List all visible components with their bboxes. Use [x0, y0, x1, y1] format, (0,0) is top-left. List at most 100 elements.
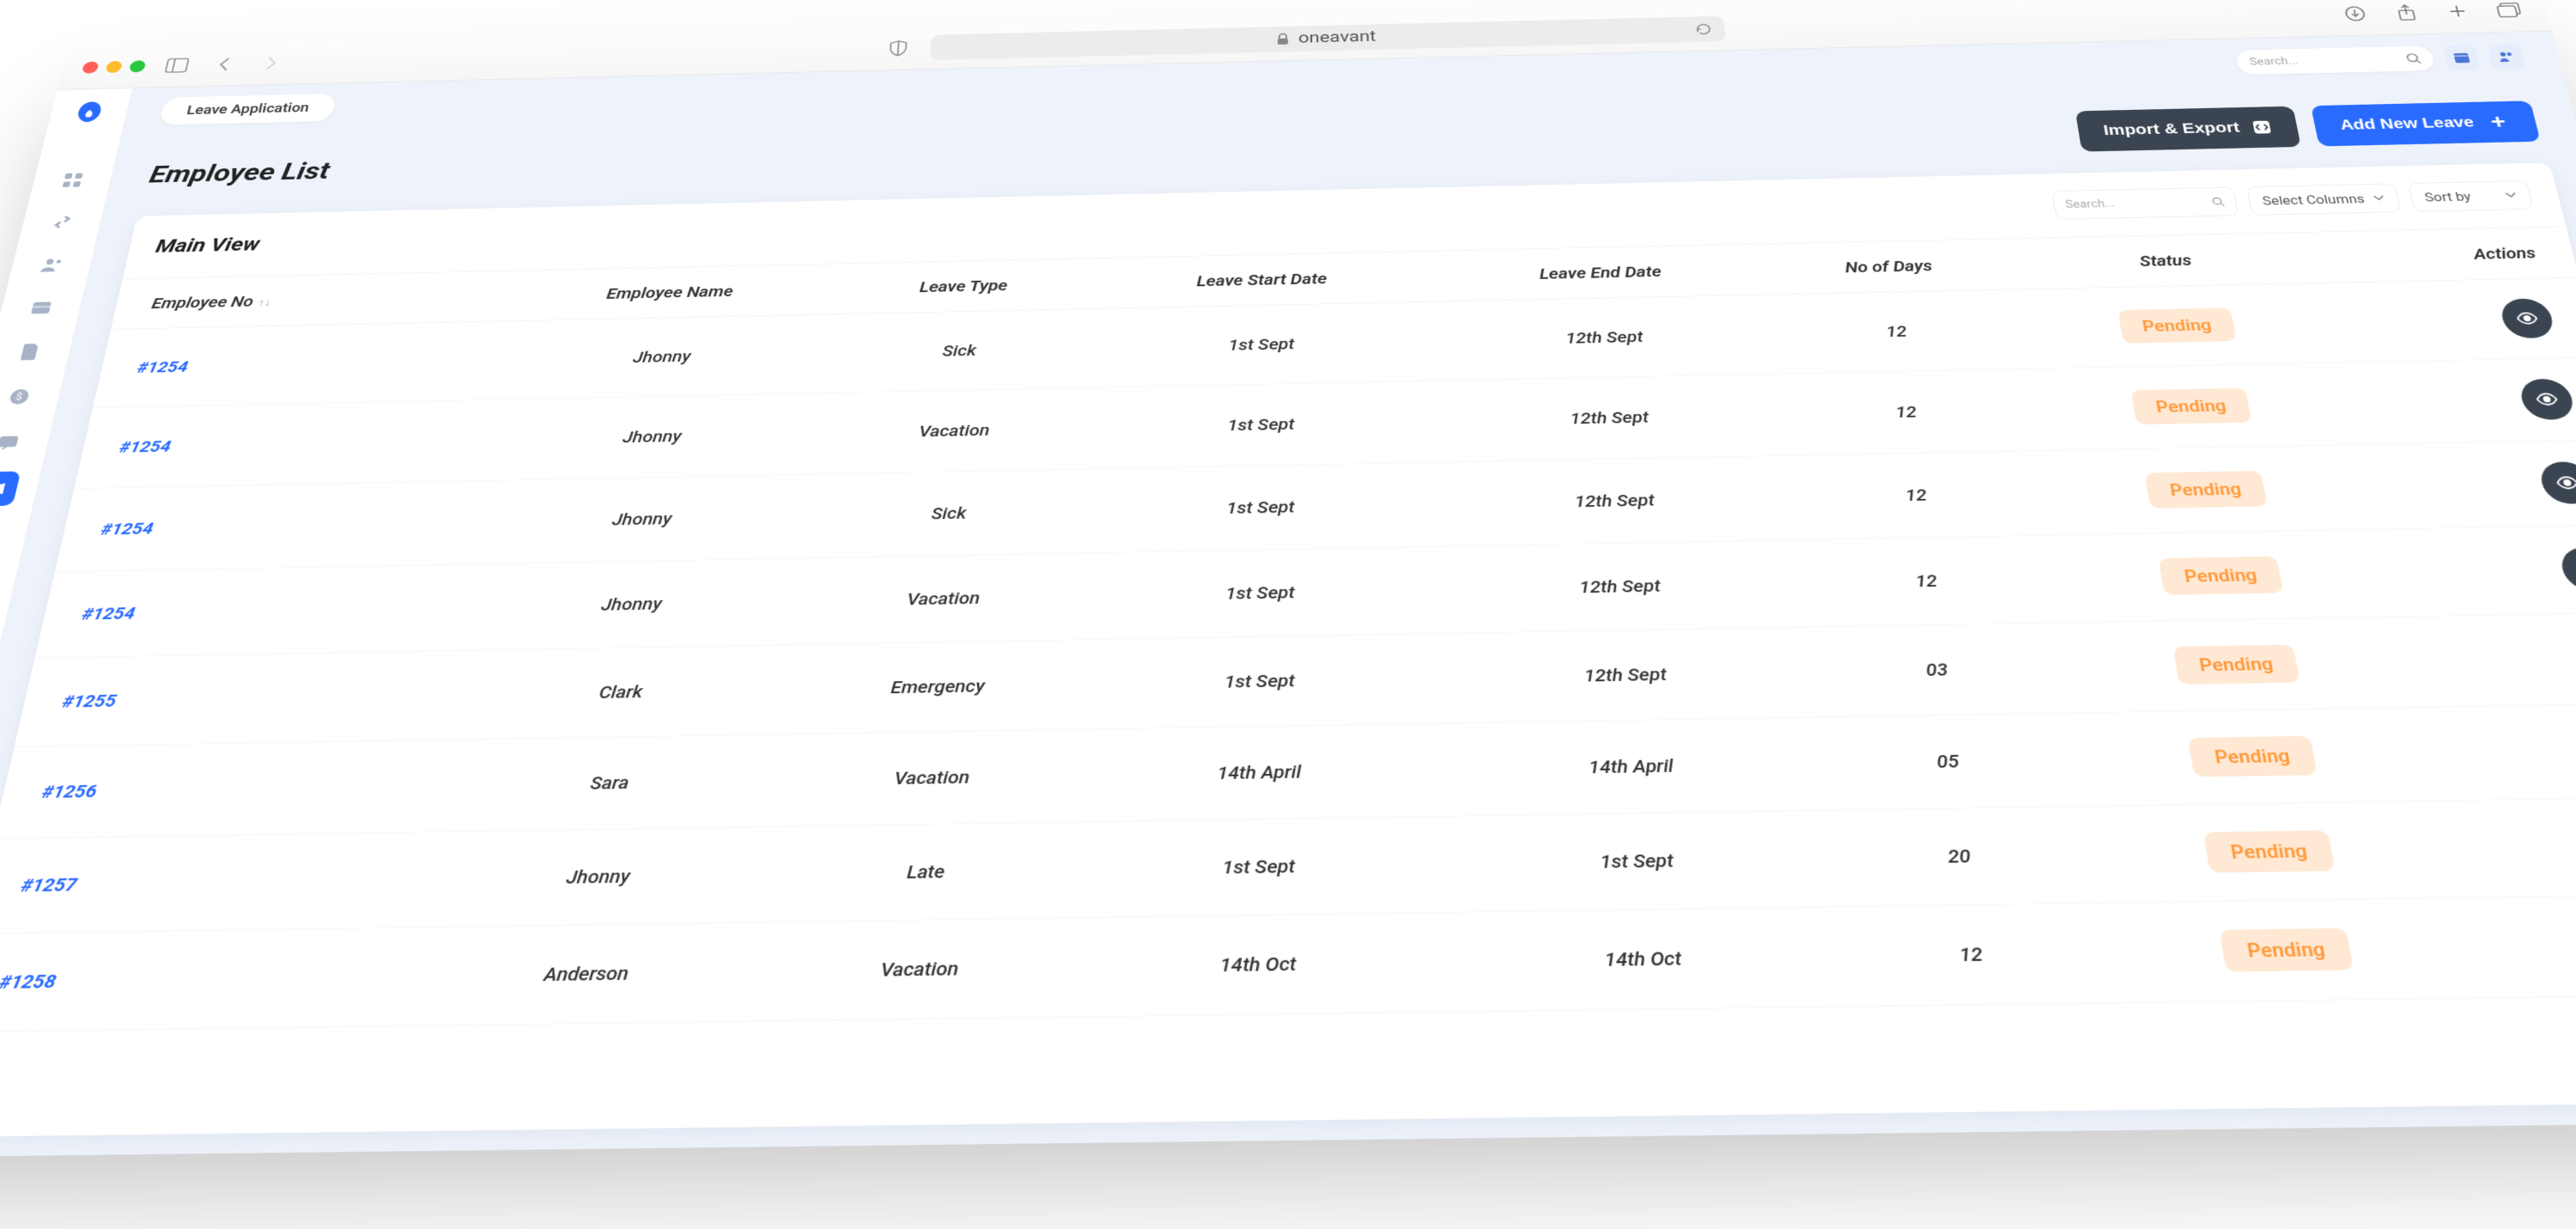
- sidebar-item-wallet[interactable]: [17, 291, 64, 324]
- employee-name: Jhonny: [403, 826, 792, 928]
- tabs-overview-icon[interactable]: [2489, 0, 2527, 22]
- announcement-icon: [0, 480, 8, 497]
- add-new-leave-button[interactable]: Add New Leave +: [2311, 100, 2541, 146]
- leave-type: Sick: [816, 469, 1081, 557]
- leave-type: Emergency: [799, 640, 1073, 734]
- col-start-date[interactable]: Leave Start Date: [1087, 252, 1437, 309]
- employee-name: Jhonny: [472, 392, 830, 480]
- view-button[interactable]: [2498, 298, 2556, 338]
- view-button[interactable]: [2557, 547, 2576, 592]
- chevron-down-icon: [2505, 192, 2517, 198]
- grid-icon: [61, 173, 83, 188]
- sort-by-label: Sort by: [2423, 189, 2498, 204]
- download-icon[interactable]: [2336, 1, 2373, 26]
- employee-id-link[interactable]: #1254: [80, 603, 137, 624]
- employee-id-link[interactable]: #1254: [136, 357, 190, 376]
- share-icon[interactable]: [2387, 0, 2425, 25]
- leave-type: Vacation: [792, 729, 1071, 826]
- minimize-window-button[interactable]: [105, 60, 123, 72]
- leave-table: Employee No↑↓ Employee Name Leave Type L…: [0, 227, 2576, 1032]
- sidebar-item-dashboard[interactable]: [50, 165, 95, 196]
- shield-icon[interactable]: [882, 36, 914, 61]
- table-search-input[interactable]: Search...: [2051, 187, 2239, 220]
- close-window-button[interactable]: [82, 61, 100, 73]
- status-badge: Pending: [2117, 307, 2237, 343]
- calendar-button[interactable]: [2443, 45, 2481, 70]
- import-export-button[interactable]: Import & Export: [2075, 106, 2301, 152]
- leave-end: 12th Sept: [1444, 540, 1799, 634]
- sidebar-item-documents[interactable]: [6, 335, 53, 368]
- sidebar-item-transfers[interactable]: [39, 206, 84, 238]
- leave-start: 1st Sept: [1070, 633, 1449, 729]
- eye-icon: [2535, 392, 2559, 405]
- sidebar-item-leave[interactable]: [0, 472, 21, 507]
- sidebar-item-messages[interactable]: [0, 425, 32, 459]
- view-button[interactable]: [2537, 461, 2576, 504]
- add-new-leave-label: Add New Leave: [2339, 114, 2476, 133]
- plus-icon: +: [2484, 113, 2512, 131]
- address-text: oneavant: [1298, 28, 1376, 47]
- status-badge: Pending: [2144, 471, 2268, 508]
- leave-end: 12th Sept: [1437, 295, 1775, 380]
- leave-start: 14th Oct: [1059, 912, 1457, 1017]
- new-tab-icon[interactable]: [2439, 0, 2476, 23]
- calendar-icon: [2452, 51, 2471, 64]
- table-card: Main View Search... Select Columns: [0, 162, 2576, 1137]
- sidebar-item-finance[interactable]: $: [0, 380, 43, 414]
- col-leave-type[interactable]: Leave Type: [837, 259, 1089, 314]
- col-employee-name[interactable]: Employee Name: [497, 264, 841, 321]
- chat-icon: [0, 435, 19, 450]
- sidebar-toggle-icon[interactable]: [159, 53, 195, 78]
- browser-window: oneavant: [0, 0, 2576, 1159]
- employee-name: Jhonny: [459, 474, 823, 564]
- leave-type: Vacation: [775, 918, 1063, 1021]
- employee-id-link[interactable]: #1256: [40, 781, 100, 802]
- notifications-button[interactable]: [2487, 44, 2525, 69]
- nav-forward-icon[interactable]: [254, 51, 289, 76]
- arrows-icon: [50, 216, 74, 228]
- global-search-input[interactable]: Search...: [2235, 46, 2436, 75]
- col-employee-no[interactable]: Employee No↑↓: [111, 271, 505, 330]
- leave-end: 12th Sept: [1439, 374, 1783, 462]
- employee-name: Sara: [417, 734, 799, 832]
- employee-id-link[interactable]: #1254: [118, 437, 173, 457]
- search-icon: [2210, 197, 2225, 207]
- employee-id-link[interactable]: #1258: [0, 970, 58, 993]
- nav-back-icon[interactable]: [206, 52, 241, 76]
- employee-id-link[interactable]: #1254: [100, 519, 155, 538]
- status-badge: Pending: [2202, 830, 2335, 873]
- sidebar-item-team[interactable]: [0, 518, 9, 554]
- leave-days: 12: [1775, 368, 2039, 455]
- col-status[interactable]: Status: [2008, 233, 2324, 289]
- main-content: Leave Application Search...: [0, 31, 2576, 1157]
- import-export-label: Import & Export: [2102, 119, 2241, 138]
- employee-id-link[interactable]: #1255: [60, 691, 118, 712]
- col-end-date[interactable]: Leave End Date: [1436, 244, 1768, 301]
- sidebar-item-users[interactable]: [28, 248, 75, 281]
- document-icon: [20, 344, 39, 360]
- reload-icon[interactable]: [1694, 22, 1713, 36]
- leave-days: 20: [1816, 806, 2105, 907]
- user-icon: [40, 257, 64, 271]
- col-actions: Actions: [2314, 227, 2576, 283]
- status-badge: Pending: [2158, 557, 2283, 595]
- leave-days: 12: [1767, 289, 2027, 374]
- breadcrumb: Leave Application: [158, 93, 337, 125]
- employee-name: Jhonny: [446, 558, 816, 651]
- sort-by-dropdown[interactable]: Sort by: [2408, 180, 2534, 212]
- view-button[interactable]: [2518, 379, 2576, 421]
- window-controls: [82, 60, 147, 74]
- status-badge: Pending: [2130, 388, 2251, 425]
- select-columns-dropdown[interactable]: Select Columns: [2246, 183, 2402, 215]
- table-search-placeholder: Search...: [2064, 196, 2212, 210]
- leave-start: 1st Sept: [1078, 462, 1444, 553]
- maximize-window-button[interactable]: [129, 60, 147, 72]
- col-days[interactable]: No of Days: [1763, 239, 2016, 295]
- leave-start: 14th April: [1066, 723, 1452, 822]
- employee-name: Clark: [432, 644, 808, 739]
- leave-start: 1st Sept: [1063, 816, 1455, 918]
- employee-id-link[interactable]: #1257: [19, 873, 79, 896]
- leave-days: 12: [1790, 535, 2063, 627]
- app-logo[interactable]: [69, 98, 109, 125]
- leave-end: 14th Oct: [1455, 907, 1835, 1012]
